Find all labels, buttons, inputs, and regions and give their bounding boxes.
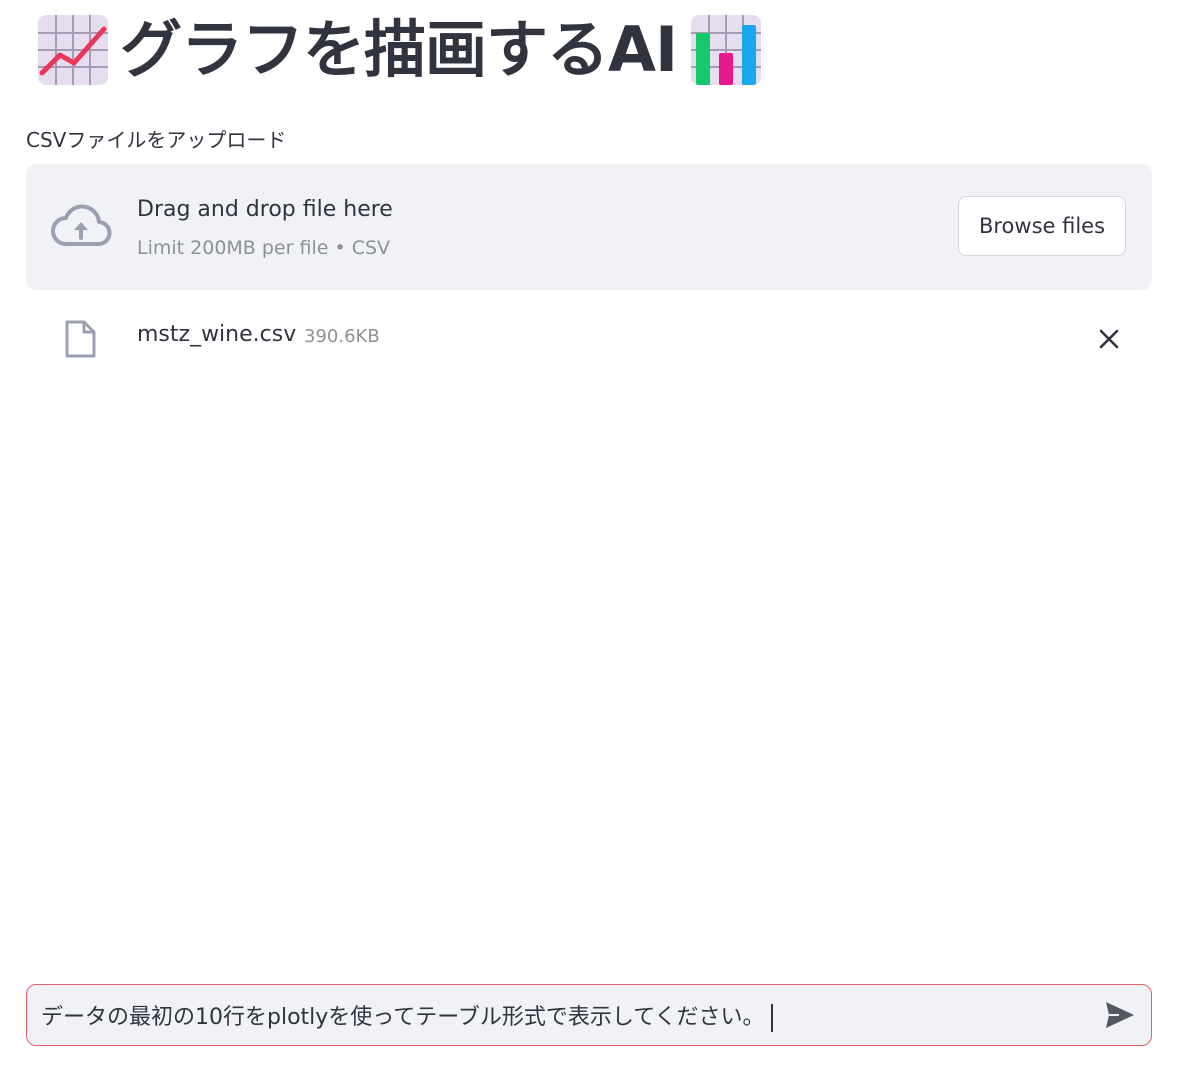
- send-icon[interactable]: [1105, 1001, 1135, 1029]
- page-title-text: グラフを描画するAI: [120, 13, 678, 86]
- chat-input-value: データの最初の10行をplotlyを使ってテーブル形式で表示してください。: [41, 1005, 765, 1030]
- chat-input[interactable]: データの最初の10行をplotlyを使ってテーブル形式で表示してください。: [26, 984, 1152, 1046]
- uploaded-file-name: mstz_wine.csv: [137, 322, 297, 347]
- page-title: グラフを描画するAI: [38, 12, 762, 88]
- cloud-upload-icon: [51, 204, 112, 246]
- chart-increasing-icon: [38, 15, 108, 85]
- dropzone-title: Drag and drop file here: [137, 197, 393, 222]
- browse-files-button[interactable]: Browse files: [958, 196, 1126, 256]
- uploaded-file-item: mstz_wine.csv 390.6KB: [26, 312, 1152, 368]
- chat-input-text: データの最初の10行をplotlyを使ってテーブル形式で表示してください。: [41, 999, 773, 1032]
- app-page: グラフを描画するAI CSVファイルをアップロード Drag and drop …: [0, 0, 1200, 1075]
- file-icon: [65, 320, 96, 358]
- text-caret: [770, 1004, 773, 1032]
- file-dropzone[interactable]: Drag and drop file here Limit 200MB per …: [26, 164, 1152, 290]
- dropzone-instructions: Drag and drop file here Limit 200MB per …: [137, 194, 393, 262]
- uploader-label: CSVファイルをアップロード: [26, 128, 287, 152]
- bar-chart-icon: [691, 15, 762, 85]
- close-icon[interactable]: [1098, 328, 1120, 350]
- uploaded-file-size: 390.6KB: [304, 326, 380, 347]
- dropzone-limit: Limit 200MB per file • CSV: [137, 237, 391, 259]
